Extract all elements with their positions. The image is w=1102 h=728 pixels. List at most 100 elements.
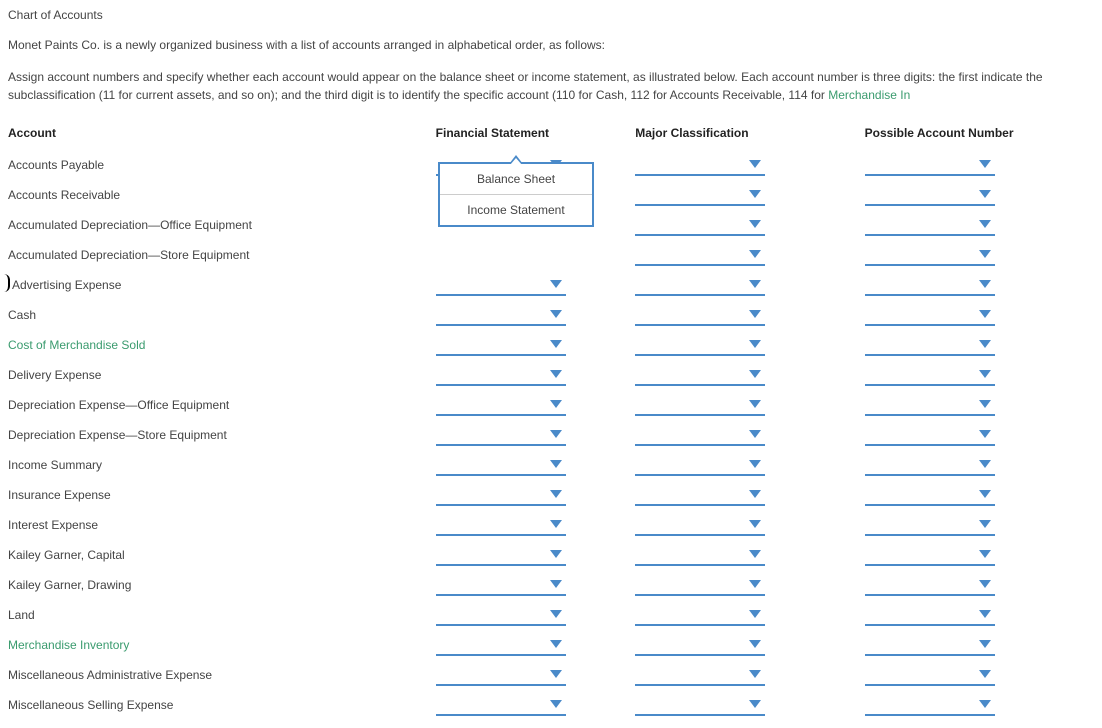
major-dropdown[interactable] [635, 364, 765, 386]
major-dropdown[interactable] [635, 424, 765, 446]
table-row: Miscellaneous Selling Expense [8, 690, 1094, 720]
number-dropdown[interactable] [865, 394, 995, 416]
major-dropdown[interactable] [635, 634, 765, 656]
major-dropdown[interactable] [635, 454, 765, 476]
major-dropdown[interactable] [635, 244, 765, 266]
major-cell [635, 180, 864, 210]
major-dropdown[interactable] [635, 334, 765, 356]
major-cell [635, 240, 864, 270]
header-financial: Financial Statement [436, 122, 636, 150]
financial-cell [436, 330, 636, 360]
number-dropdown[interactable] [865, 304, 995, 326]
dropdown-option-balance-sheet[interactable]: Balance Sheet [440, 164, 592, 194]
number-cell [865, 510, 1094, 540]
number-dropdown[interactable] [865, 664, 995, 686]
major-dropdown[interactable] [635, 394, 765, 416]
number-dropdown[interactable] [865, 604, 995, 626]
instructions-link[interactable]: Merchandise In [828, 88, 910, 102]
number-cell [865, 690, 1094, 720]
major-dropdown[interactable] [635, 514, 765, 536]
chevron-down-icon [749, 280, 761, 288]
financial-dropdown[interactable] [436, 694, 566, 716]
financial-dropdown[interactable] [436, 334, 566, 356]
number-cell [865, 480, 1094, 510]
major-dropdown[interactable] [635, 214, 765, 236]
number-dropdown[interactable] [865, 334, 995, 356]
number-cell [865, 150, 1094, 180]
number-dropdown[interactable] [865, 424, 995, 446]
number-cell [865, 630, 1094, 660]
account-name: Merchandise Inventory [8, 630, 436, 660]
chevron-down-icon [749, 610, 761, 618]
major-cell [635, 450, 864, 480]
number-dropdown[interactable] [865, 454, 995, 476]
number-dropdown[interactable] [865, 274, 995, 296]
table-row: Merchandise Inventory [8, 630, 1094, 660]
account-name: Miscellaneous Selling Expense [8, 690, 436, 720]
financial-dropdown[interactable] [436, 634, 566, 656]
financial-cell [436, 240, 636, 270]
account-name: Accumulated Depreciation—Office Equipmen… [8, 210, 436, 240]
major-dropdown[interactable] [635, 304, 765, 326]
financial-dropdown[interactable] [436, 574, 566, 596]
number-dropdown[interactable] [865, 364, 995, 386]
major-dropdown[interactable] [635, 154, 765, 176]
account-name: Land [8, 600, 436, 630]
number-cell [865, 450, 1094, 480]
chevron-down-icon [749, 400, 761, 408]
number-dropdown[interactable] [865, 184, 995, 206]
number-dropdown[interactable] [865, 574, 995, 596]
header-major: Major Classification [635, 122, 864, 150]
chevron-down-icon [749, 250, 761, 258]
number-dropdown[interactable] [865, 694, 995, 716]
financial-dropdown[interactable] [436, 424, 566, 446]
financial-dropdown[interactable] [436, 544, 566, 566]
table-row: Accumulated Depreciation—Store Equipment [8, 240, 1094, 270]
number-dropdown[interactable] [865, 634, 995, 656]
chevron-down-icon [979, 190, 991, 198]
number-dropdown[interactable] [865, 484, 995, 506]
dropdown-option-income-statement[interactable]: Income Statement [440, 194, 592, 225]
major-cell [635, 390, 864, 420]
financial-cell [436, 510, 636, 540]
major-dropdown[interactable] [635, 184, 765, 206]
chevron-down-icon [749, 640, 761, 648]
major-dropdown[interactable] [635, 604, 765, 626]
financial-dropdown[interactable] [436, 274, 566, 296]
chevron-down-icon [550, 550, 562, 558]
major-dropdown[interactable] [635, 274, 765, 296]
table-row: Insurance Expense [8, 480, 1094, 510]
financial-dropdown[interactable] [436, 664, 566, 686]
chevron-down-icon [550, 580, 562, 588]
number-dropdown[interactable] [865, 544, 995, 566]
financial-dropdown[interactable] [436, 604, 566, 626]
number-dropdown[interactable] [865, 214, 995, 236]
financial-dropdown[interactable] [436, 364, 566, 386]
major-dropdown[interactable] [635, 544, 765, 566]
major-dropdown[interactable] [635, 484, 765, 506]
chevron-down-icon [979, 490, 991, 498]
financial-dropdown[interactable] [436, 484, 566, 506]
chevron-down-icon [979, 280, 991, 288]
financial-dropdown[interactable] [436, 394, 566, 416]
financial-dropdown[interactable] [436, 454, 566, 476]
number-dropdown[interactable] [865, 514, 995, 536]
chevron-down-icon [979, 520, 991, 528]
account-name: Kailey Garner, Capital [8, 540, 436, 570]
financial-dropdown[interactable] [436, 514, 566, 536]
accounts-table: Account Financial Statement Major Classi… [8, 122, 1094, 720]
table-row: Cost of Merchandise Sold [8, 330, 1094, 360]
table-row: Interest Expense [8, 510, 1094, 540]
number-dropdown[interactable] [865, 154, 995, 176]
financial-dropdown[interactable] [436, 304, 566, 326]
major-cell [635, 600, 864, 630]
table-row: Kailey Garner, Drawing [8, 570, 1094, 600]
major-cell [635, 690, 864, 720]
chevron-down-icon [979, 460, 991, 468]
major-dropdown[interactable] [635, 574, 765, 596]
table-row: Miscellaneous Administrative Expense [8, 660, 1094, 690]
major-dropdown[interactable] [635, 664, 765, 686]
text-cursor [4, 274, 10, 292]
major-dropdown[interactable] [635, 694, 765, 716]
number-dropdown[interactable] [865, 244, 995, 266]
